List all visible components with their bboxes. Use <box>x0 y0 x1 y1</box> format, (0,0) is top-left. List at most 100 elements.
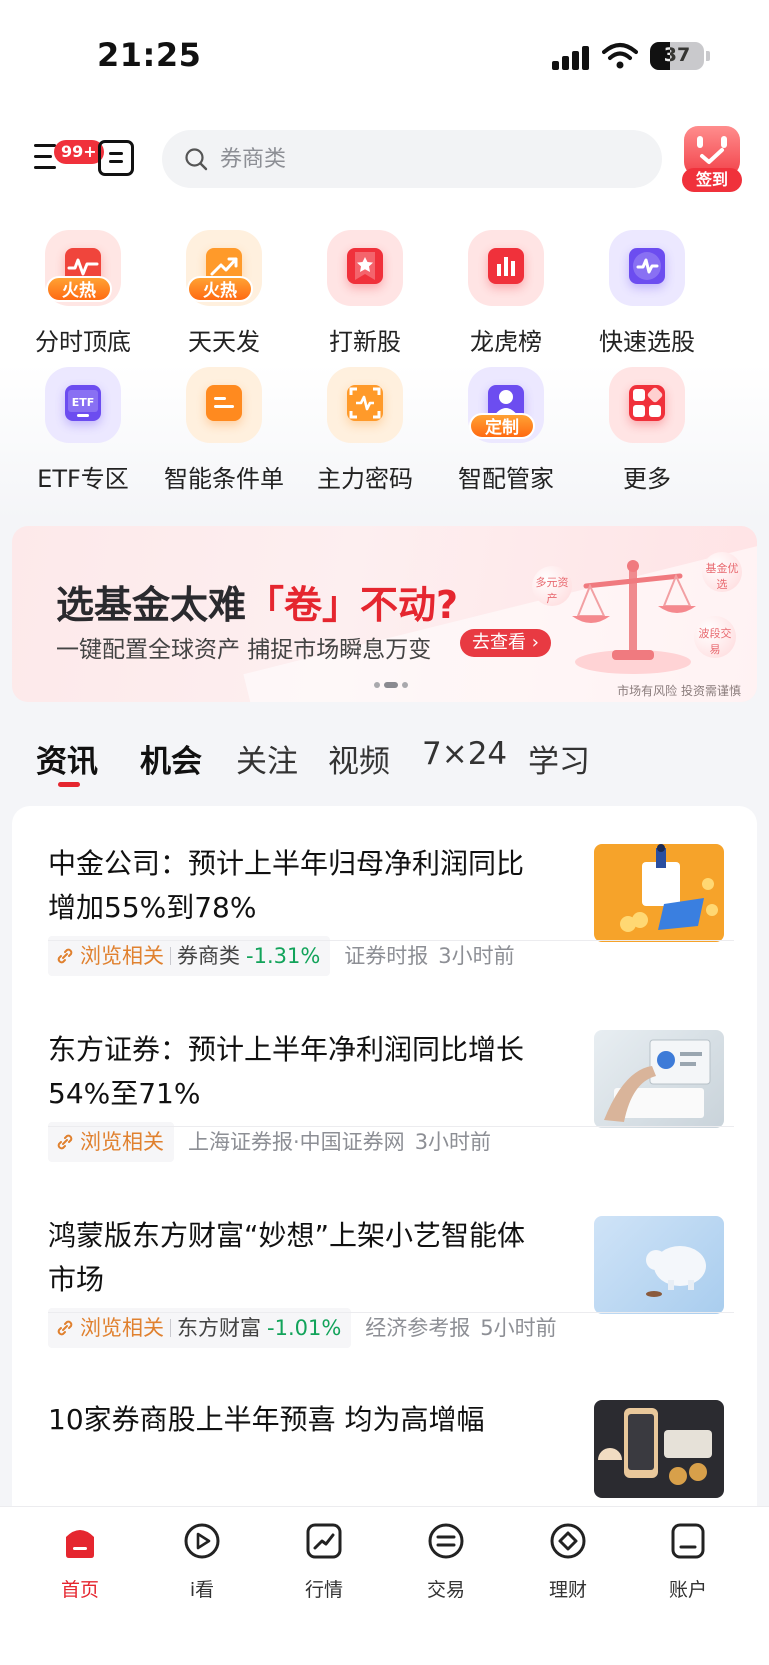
news-item[interactable]: 东方证券：预计上半年净利润同比增长54%至71% 浏览相关 上海证券报·中国证券… <box>48 1028 734 1226</box>
svg-text:ETF: ETF <box>72 396 95 409</box>
balance-scale-icon <box>572 560 696 674</box>
nav-market[interactable]: 行情 <box>264 1521 384 1611</box>
promo-banner[interactable]: 选基金太难「卷」不动? 一键配置全球资产 捕捉市场瞬息万变 去查看 › 多元资产… <box>12 526 757 702</box>
divider <box>48 1312 734 1313</box>
clock: 21:25 <box>97 36 202 74</box>
divider <box>48 940 734 941</box>
nav-trade[interactable]: 交易 <box>386 1521 506 1611</box>
news-title[interactable]: 东方证券：预计上半年净利润同比增长54%至71% <box>48 1028 538 1116</box>
tab-video[interactable]: 视频 <box>328 736 390 781</box>
banner-cta-button[interactable]: 去查看 › <box>460 629 551 657</box>
quick-item[interactable]: 火热 分时顶底 <box>8 230 158 360</box>
status-bar: 21:25 37 <box>0 0 769 110</box>
link-icon <box>57 1320 73 1336</box>
quick-item-label: 龙虎榜 <box>470 328 542 356</box>
quick-item-label: 分时顶底 <box>35 328 131 356</box>
tab-news[interactable]: 资讯 <box>36 736 98 781</box>
stock-change: -1.01% <box>267 1316 342 1340</box>
risk-disclaimer: 市场有风险 投资需谨慎 <box>617 684 741 698</box>
news-thumbnail[interactable] <box>594 844 724 942</box>
trade-icon <box>428 1523 464 1559</box>
quick-item[interactable]: 智能条件单 <box>149 367 299 497</box>
related-tag[interactable]: 浏览相关 <box>48 1122 174 1162</box>
battery-level: 37 <box>663 44 691 66</box>
news-item[interactable]: 鸿蒙版东方财富“妙想”上架小艺智能体市场 浏览相关 东方财富 -1.01% 经济参考… <box>48 1214 734 1412</box>
quick-item[interactable]: 快速选股 <box>572 230 722 360</box>
quick-item[interactable]: 龙虎榜 <box>431 230 581 360</box>
play-circle-icon <box>184 1523 220 1559</box>
news-thumbnail[interactable] <box>594 1030 724 1128</box>
battery-icon: 37 <box>650 42 704 70</box>
star-bookmark-icon <box>327 230 403 306</box>
news-thumbnail[interactable] <box>594 1400 724 1498</box>
quick-item[interactable]: 定制智配管家 <box>431 367 581 497</box>
search-bar[interactable] <box>162 130 662 188</box>
news-title[interactable]: 中金公司：预计上半年归母净利润同比增加55%到78% <box>48 842 538 930</box>
market-chart-icon <box>306 1523 342 1559</box>
checkin-button[interactable]: 签到 <box>682 126 742 192</box>
link-icon <box>57 1134 73 1150</box>
search-input[interactable] <box>220 130 640 188</box>
nav-account[interactable]: 账户 <box>628 1521 748 1611</box>
more-apps-icon <box>609 367 685 443</box>
ranking-bars-icon <box>468 230 544 306</box>
news-time: 3小时前 <box>414 1130 492 1154</box>
quick-item-label: 更多 <box>623 465 671 493</box>
tab-follow[interactable]: 关注 <box>236 736 298 781</box>
news-source: 证券时报 <box>344 944 429 968</box>
nav-label: 行情 <box>304 1579 343 1601</box>
quick-item-label: ETF专区 <box>37 465 129 493</box>
divider <box>48 1126 734 1127</box>
news-thumbnail[interactable] <box>594 1216 724 1314</box>
smart-order-icon <box>186 367 262 443</box>
related-tag[interactable]: 浏览相关 东方财富 -1.01% <box>48 1308 352 1348</box>
notification-badge: 99+ <box>54 140 104 164</box>
etf-monitor-icon: ETF <box>45 367 121 443</box>
news-tabs: 资讯 机会 关注 视频 7×24 学习 <box>36 736 736 796</box>
banner-subtitle: 一键配置全球资产 捕捉市场瞬息万变 <box>56 637 432 663</box>
checkin-label: 签到 <box>682 168 742 192</box>
nav-label: 首页 <box>60 1579 99 1601</box>
stock-change: -1.31% <box>246 944 321 968</box>
quick-item[interactable]: 更多 <box>572 367 722 497</box>
scan-pulse-icon <box>327 367 403 443</box>
related-tag[interactable]: 浏览相关 券商类 -1.31% <box>48 936 331 976</box>
quick-item[interactable]: ETF ETF专区 <box>8 367 158 497</box>
tab-opportunity[interactable]: 机会 <box>140 736 202 781</box>
related-label: 浏览相关 <box>80 944 164 968</box>
banner-bubble: 基金优选 <box>702 552 742 592</box>
hot-badge: 定制 <box>469 413 535 439</box>
quick-item[interactable]: 火热 天天发 <box>149 230 299 360</box>
banner-headline: 选基金太难「卷」不动? <box>56 583 459 627</box>
quick-item-label: 智配管家 <box>458 465 554 493</box>
bottom-navigation: 首页 i看 行情 交易 理财 账户 <box>0 1506 769 1665</box>
banner-headline-emphasis: 「卷」不动? <box>246 583 459 627</box>
quick-item-label: 打新股 <box>329 328 401 356</box>
quick-item-label: 天天发 <box>188 328 260 356</box>
quick-item[interactable]: 打新股 <box>290 230 440 360</box>
quick-item-label: 智能条件单 <box>164 465 284 493</box>
quick-item[interactable]: 主力密码 <box>290 367 440 497</box>
message-list-icon[interactable] <box>98 140 134 176</box>
nav-label: i看 <box>189 1579 215 1601</box>
banner-pagination <box>374 674 412 688</box>
news-source: 经济参考报 <box>365 1316 471 1340</box>
news-item[interactable]: 中金公司：预计上半年归母净利润同比增加55%到78% 浏览相关 券商类 -1.31%… <box>48 842 734 1040</box>
nav-wealth[interactable]: 理财 <box>508 1521 628 1611</box>
news-title[interactable]: 鸿蒙版东方财富“妙想”上架小艺智能体市场 <box>48 1214 538 1302</box>
tab-learn[interactable]: 学习 <box>528 736 590 781</box>
cellular-signal-icon <box>552 44 592 70</box>
nav-watch[interactable]: i看 <box>142 1521 262 1611</box>
news-time: 3小时前 <box>438 944 515 968</box>
banner-bubble: 多元资产 <box>532 566 572 606</box>
news-title[interactable]: 10家券商股上半年预喜 均为高增幅 <box>48 1398 538 1442</box>
tab-live-24h[interactable]: 7×24 <box>422 736 507 772</box>
wealth-icon <box>550 1523 586 1559</box>
hot-badge: 火热 <box>187 276 253 302</box>
quick-item-label: 快速选股 <box>599 328 695 356</box>
home-icon <box>66 1530 94 1558</box>
nav-home[interactable]: 首页 <box>20 1521 140 1611</box>
news-meta: 浏览相关 券商类 -1.31% 证券时报 3小时前 <box>48 936 515 976</box>
quick-pick-icon <box>609 230 685 306</box>
related-stock: 券商类 <box>177 944 240 968</box>
